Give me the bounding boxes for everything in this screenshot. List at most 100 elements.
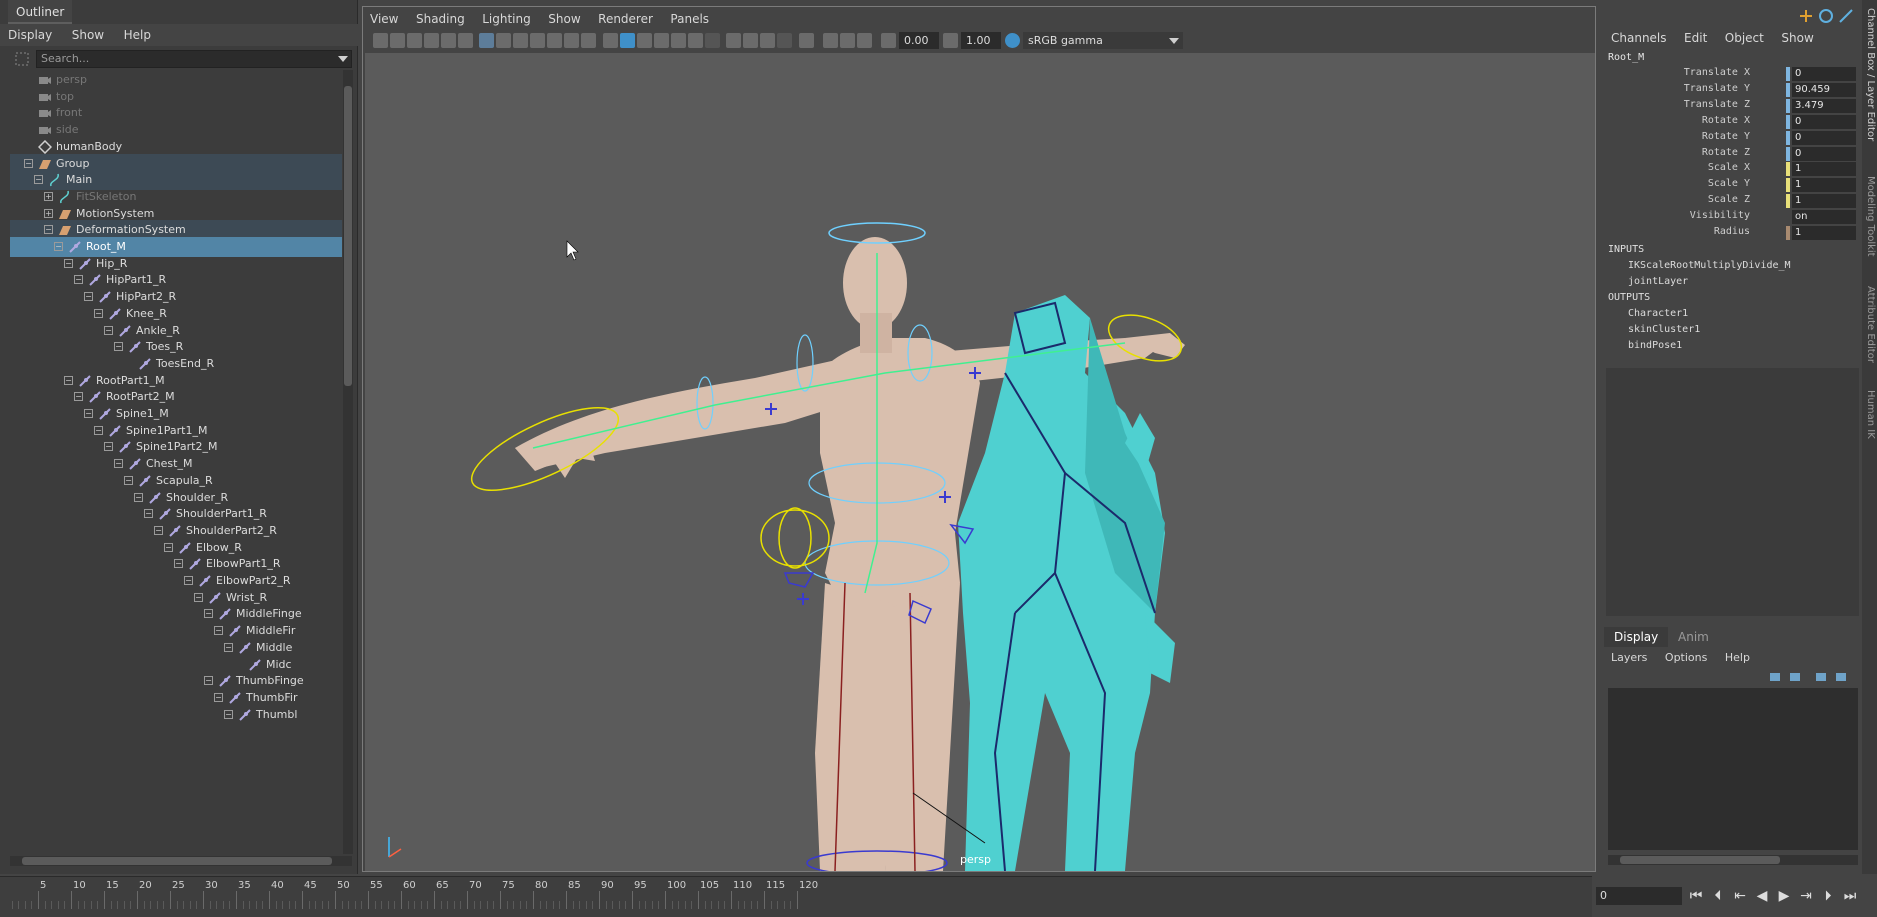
collapse-icon[interactable]: −: [34, 175, 43, 185]
tab-modeling-toolkit[interactable]: Modeling Toolkit: [1863, 176, 1876, 266]
collapse-icon[interactable]: −: [54, 242, 63, 251]
collapse-icon[interactable]: −: [184, 576, 193, 585]
output-node[interactable]: skinCluster1: [1628, 324, 1700, 335]
channel-row[interactable]: Rotate Z 0: [1604, 146, 1860, 162]
channel-value-field[interactable]: 1: [1792, 194, 1856, 209]
collapse-icon[interactable]: −: [224, 642, 233, 652]
channel-label[interactable]: Scale X: [1708, 162, 1750, 173]
channel-value-field[interactable]: 0: [1792, 67, 1856, 81]
go-to-end-icon[interactable]: ⏭: [1840, 886, 1860, 906]
viewport-menu-shading[interactable]: Shading: [409, 9, 472, 29]
outputs-header[interactable]: OUTPUTS: [1608, 292, 1650, 303]
play-forwards-icon[interactable]: ▶: [1774, 886, 1794, 906]
scroll-thumb[interactable]: [22, 857, 332, 865]
channel-label[interactable]: Rotate Z: [1702, 147, 1750, 158]
depth-of-field-icon[interactable]: [857, 33, 872, 48]
collapse-icon[interactable]: −: [84, 409, 93, 418]
collapse-icon[interactable]: −: [154, 525, 163, 535]
input-node[interactable]: jointLayer: [1628, 276, 1688, 287]
collapse-icon[interactable]: −: [224, 709, 233, 719]
outliner-vertical-scrollbar[interactable]: [343, 70, 353, 854]
xray-icon[interactable]: [726, 33, 741, 48]
gamma-icon[interactable]: [943, 33, 958, 48]
filter-icon[interactable]: [14, 51, 30, 67]
motion-blur-icon[interactable]: [777, 33, 792, 48]
collapse-icon[interactable]: −: [94, 308, 103, 318]
viewport-menu-panels[interactable]: Panels: [663, 9, 716, 29]
collapse-icon[interactable]: −: [204, 676, 213, 686]
tab-display[interactable]: Display: [1604, 627, 1669, 647]
channel-row[interactable]: Scale Z 1: [1604, 193, 1860, 209]
outliner-tree[interactable]: persp top front side humanBody − Group − Main + Fi…: [10, 70, 342, 854]
wireframe-icon[interactable]: [603, 33, 618, 48]
viewport-menu-view[interactable]: View: [363, 9, 405, 29]
channel-label[interactable]: Rotate Y: [1702, 131, 1750, 142]
viewport-canvas[interactable]: persp: [365, 53, 1595, 871]
resolution-gate-icon[interactable]: [513, 33, 528, 48]
collapse-icon[interactable]: −: [64, 375, 73, 385]
chevron-down-icon[interactable]: [338, 56, 348, 64]
safe-action-icon[interactable]: [564, 33, 579, 48]
multisample-icon[interactable]: [840, 33, 855, 48]
collapse-icon[interactable]: −: [164, 542, 173, 552]
layer-list[interactable]: [1608, 688, 1858, 850]
channel-label[interactable]: Scale Y: [1708, 178, 1750, 189]
layer-menu-options[interactable]: Options: [1658, 648, 1714, 668]
channel-value-field[interactable]: 0: [1792, 146, 1856, 161]
collapse-icon[interactable]: −: [204, 609, 213, 619]
layer-menu-layers[interactable]: Layers: [1604, 648, 1654, 668]
collapse-icon[interactable]: −: [134, 492, 143, 502]
channel-label[interactable]: Translate X: [1684, 67, 1750, 78]
xray-joints-icon[interactable]: [760, 33, 775, 48]
collapse-icon[interactable]: −: [24, 158, 33, 168]
safe-title-icon[interactable]: [581, 33, 596, 48]
selected-node-name[interactable]: Root_M: [1608, 52, 1644, 63]
channel-value-field[interactable]: 1: [1792, 162, 1856, 177]
collapse-icon[interactable]: −: [94, 425, 103, 435]
channel-box-menu-channels[interactable]: Channels: [1604, 26, 1674, 50]
channel-value-field[interactable]: 3.479: [1792, 98, 1856, 113]
output-node[interactable]: Character1: [1628, 308, 1688, 319]
channel-label[interactable]: Translate Z: [1684, 99, 1750, 110]
wireframe-on-shaded-icon[interactable]: [637, 33, 652, 48]
layer-horizontal-scrollbar[interactable]: [1608, 855, 1858, 865]
collapse-icon[interactable]: −: [64, 258, 73, 268]
select-camera-icon[interactable]: [373, 33, 388, 48]
sync-icon[interactable]: [1819, 9, 1833, 23]
isolate-select-icon[interactable]: [799, 33, 814, 48]
grease-pencil-icon[interactable]: [458, 33, 473, 48]
step-forward-frame-icon[interactable]: ⏵: [1818, 886, 1838, 906]
bookmark-icon[interactable]: [407, 33, 422, 48]
tab-attribute-editor[interactable]: Attribute Editor: [1863, 286, 1876, 376]
collapse-icon[interactable]: −: [124, 475, 133, 485]
viewport-menu-renderer[interactable]: Renderer: [591, 9, 660, 29]
viewport-menu-show[interactable]: Show: [541, 9, 587, 29]
secondary-character-mesh[interactable]: [958, 295, 1175, 871]
color-management-icon[interactable]: [1005, 33, 1020, 48]
outliner-horizontal-scrollbar[interactable]: [10, 856, 352, 866]
channel-value-field[interactable]: 90.459: [1792, 82, 1856, 97]
chevron-down-icon[interactable]: [1169, 38, 1179, 45]
inputs-header[interactable]: INPUTS: [1608, 244, 1644, 255]
pan-zoom-icon[interactable]: [441, 33, 456, 48]
camera-attributes-icon[interactable]: [390, 33, 405, 48]
channel-value-field[interactable]: 1: [1792, 178, 1856, 193]
ambient-occlusion-icon[interactable]: [705, 33, 720, 48]
color-space-select[interactable]: sRGB gamma: [1023, 32, 1183, 49]
collapse-icon[interactable]: −: [174, 559, 183, 569]
collapse-icon[interactable]: −: [74, 275, 83, 285]
channel-row[interactable]: Translate Y 90.459: [1604, 82, 1860, 98]
channel-label[interactable]: Radius: [1714, 226, 1750, 237]
field-chart-icon[interactable]: [547, 33, 562, 48]
collapse-icon[interactable]: −: [144, 509, 153, 519]
scroll-thumb[interactable]: [344, 86, 352, 386]
step-forward-key-icon[interactable]: ⇥: [1796, 886, 1816, 906]
channel-label[interactable]: Translate Y: [1684, 83, 1750, 94]
move-layer-down-icon[interactable]: [1790, 673, 1800, 681]
grid-icon[interactable]: [479, 33, 494, 48]
collapse-icon[interactable]: −: [114, 459, 123, 469]
collapse-icon[interactable]: −: [114, 342, 123, 352]
outliner-search-input[interactable]: Search...: [36, 50, 352, 68]
outliner-menu-display[interactable]: Display: [0, 24, 60, 46]
channel-value-field[interactable]: 0: [1792, 114, 1856, 129]
